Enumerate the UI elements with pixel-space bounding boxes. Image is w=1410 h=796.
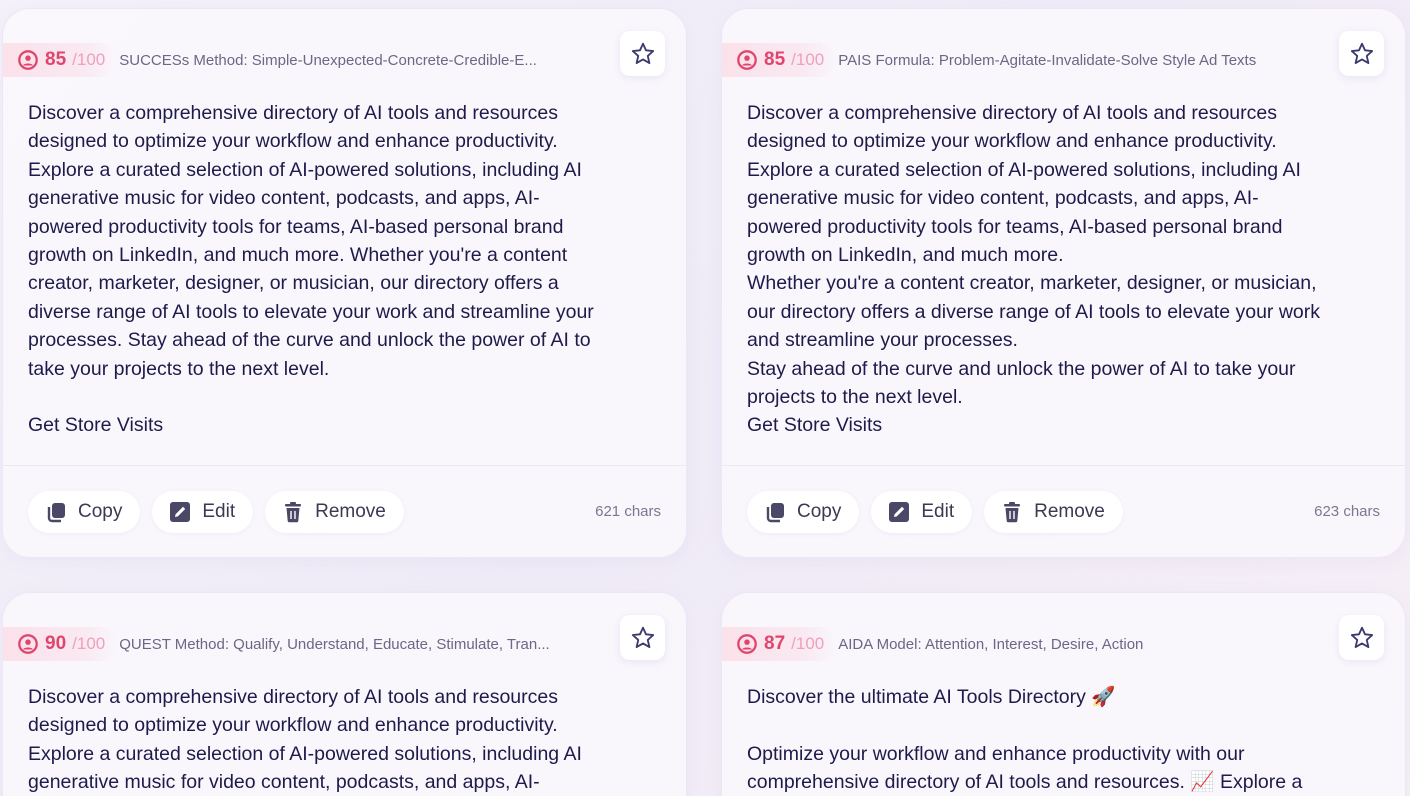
ad-text-body: Discover a comprehensive directory of AI…: [28, 102, 594, 437]
favorite-button[interactable]: [1339, 31, 1384, 76]
edit-button[interactable]: Edit: [871, 491, 973, 533]
ad-text-body: Discover the ultimate AI Tools Directory…: [747, 686, 1303, 794]
copy-label: Copy: [78, 501, 123, 522]
card-header: 90 /100 QUEST Method: Qualify, Understan…: [3, 627, 550, 661]
card-header: 85 /100 SUCCESs Method: Simple-Unexpecte…: [3, 43, 537, 77]
score-gauge-icon: [737, 634, 757, 654]
edit-button[interactable]: Edit: [152, 491, 254, 533]
remove-button[interactable]: Remove: [984, 491, 1123, 533]
char-count: 621 chars: [595, 503, 661, 520]
copy-button[interactable]: Copy: [28, 491, 141, 533]
score-badge: 87 /100: [722, 627, 837, 661]
ad-text-body: Discover a comprehensive directory of AI…: [747, 102, 1321, 437]
star-icon: [1350, 42, 1373, 64]
copy-label: Copy: [797, 501, 842, 522]
favorite-button[interactable]: [620, 31, 665, 76]
divider: [3, 465, 686, 466]
method-title: SUCCESs Method: Simple-Unexpected-Concre…: [119, 51, 537, 69]
score-max: /100: [791, 634, 825, 653]
card-actions: Copy Edit Remove: [747, 491, 1123, 533]
favorite-button[interactable]: [1339, 615, 1384, 660]
ad-text-card: 85 /100 PAIS Formula: Problem-Agitate-In…: [721, 8, 1406, 558]
card-header: 87 /100 AIDA Model: Attention, Interest,…: [722, 627, 1143, 661]
score-max: /100: [72, 50, 106, 69]
ad-text-card: 85 /100 SUCCESs Method: Simple-Unexpecte…: [2, 8, 687, 558]
ad-text-body: Discover a comprehensive directory of AI…: [28, 686, 582, 794]
copy-icon: [766, 503, 784, 523]
remove-button[interactable]: Remove: [265, 491, 404, 533]
score-value: 87: [764, 633, 786, 654]
copy-icon: [47, 503, 65, 523]
method-title: PAIS Formula: Problem-Agitate-Invalidate…: [838, 51, 1257, 69]
score-gauge-icon: [737, 50, 757, 70]
score-value: 85: [45, 49, 67, 70]
card-actions: Copy Edit Remove: [28, 491, 404, 533]
remove-label: Remove: [1034, 501, 1105, 522]
score-gauge-icon: [18, 50, 38, 70]
method-title: AIDA Model: Attention, Interest, Desire,…: [838, 635, 1144, 653]
score-max: /100: [791, 50, 825, 69]
remove-label: Remove: [315, 501, 386, 522]
score-gauge-icon: [18, 634, 38, 654]
star-icon: [1350, 626, 1373, 648]
score-max: /100: [72, 634, 106, 653]
score-badge: 90 /100: [3, 627, 118, 661]
copy-button[interactable]: Copy: [747, 491, 860, 533]
trash-icon: [1004, 502, 1021, 523]
card-header: 85 /100 PAIS Formula: Problem-Agitate-In…: [722, 43, 1256, 77]
score-value: 90: [45, 633, 67, 654]
score-value: 85: [764, 49, 786, 70]
edit-label: Edit: [921, 501, 955, 522]
ad-text-card: 90 /100 QUEST Method: Qualify, Understan…: [2, 592, 687, 796]
edit-label: Edit: [202, 501, 236, 522]
divider: [722, 465, 1405, 466]
star-icon: [631, 42, 654, 64]
edit-icon: [170, 502, 191, 522]
trash-icon: [285, 502, 302, 523]
score-badge: 85 /100: [3, 43, 118, 77]
edit-icon: [889, 502, 910, 522]
score-badge: 85 /100: [722, 43, 837, 77]
method-title: QUEST Method: Qualify, Understand, Educa…: [119, 635, 550, 653]
ad-text-card: 87 /100 AIDA Model: Attention, Interest,…: [721, 592, 1406, 796]
star-icon: [631, 626, 654, 648]
char-count: 623 chars: [1314, 503, 1380, 520]
favorite-button[interactable]: [620, 615, 665, 660]
